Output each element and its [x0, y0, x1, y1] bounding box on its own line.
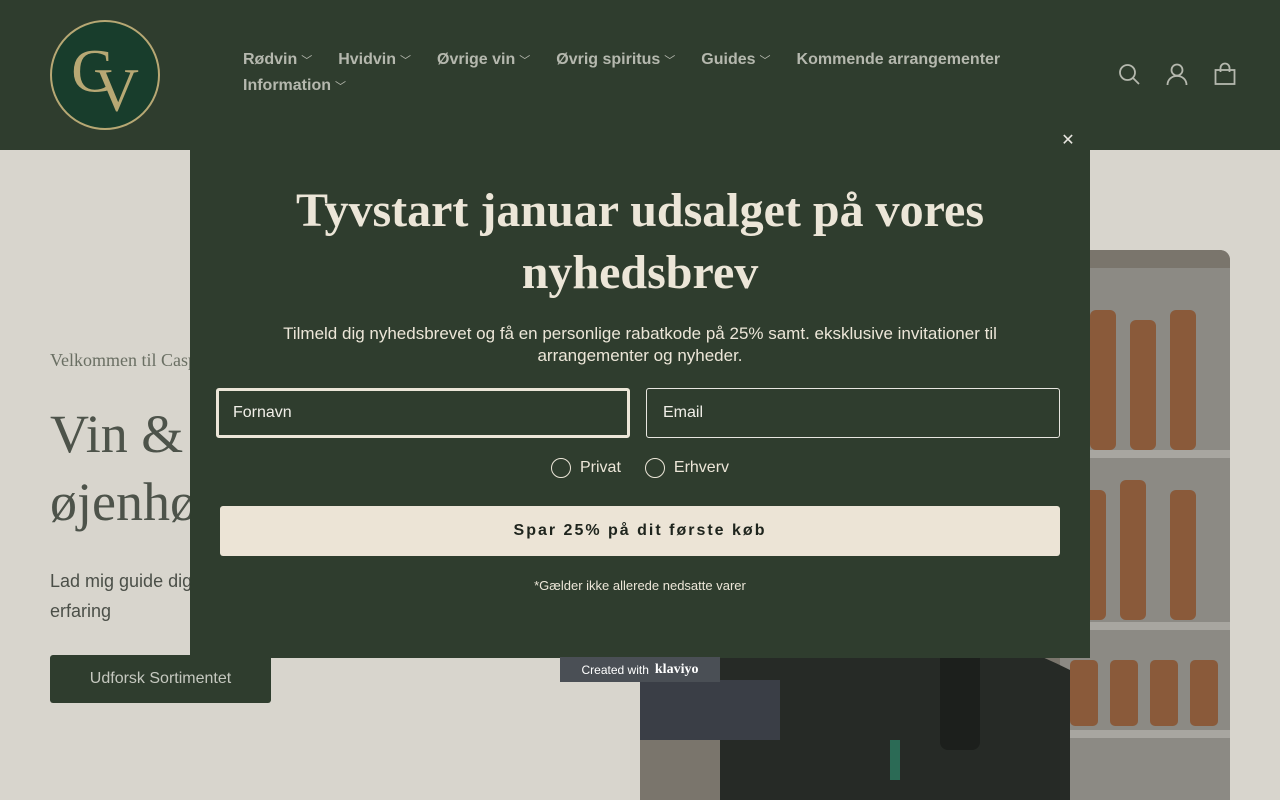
- logo-monogram-icon: C V: [71, 37, 139, 125]
- chevron-down-icon: ﹀: [759, 55, 771, 67]
- nav-item-rodvin[interactable]: Rødvin ﹀: [243, 50, 312, 70]
- modal-subtitle: Tilmeld dig nyhedsbrevet og få en person…: [283, 324, 997, 365]
- klaviyo-logo: klaviyo: [654, 661, 699, 677]
- newsletter-modal: ✕ Tyvstart januar udsalget på vores nyhe…: [190, 118, 1090, 658]
- radio-private[interactable]: Privat: [550, 458, 621, 478]
- account-icon[interactable]: [1166, 62, 1188, 86]
- chevron-down-icon: ﹀: [664, 55, 676, 67]
- header-actions: [1118, 62, 1236, 86]
- chevron-down-icon: ﹀: [301, 55, 313, 67]
- close-icon[interactable]: ✕: [1058, 130, 1078, 150]
- email-field[interactable]: [646, 388, 1060, 438]
- radio-business[interactable]: Erhverv: [644, 458, 729, 478]
- first-name-field[interactable]: [216, 388, 630, 438]
- nav-item-ovrig-spiritus[interactable]: Øvrig spiritus ﹀: [556, 50, 675, 70]
- nav-item-guides[interactable]: Guides ﹀: [701, 50, 770, 70]
- subscribe-button[interactable]: Spar 25% på dit første køb: [220, 506, 1060, 556]
- chevron-down-icon: ﹀: [519, 55, 531, 67]
- klaviyo-badge[interactable]: Created with klaviyo: [560, 657, 720, 682]
- radio-circle-icon[interactable]: [644, 458, 665, 478]
- main-nav: Rødvin ﹀ Hvidvin ﹀ Øvrige vin ﹀ Øvrig spiri…: [243, 50, 1063, 96]
- explore-assortment-button[interactable]: Udforsk Sortimentet: [50, 655, 271, 703]
- hero-title: Vin & øjenhø: [50, 404, 197, 532]
- fine-print: *Gælder ikke allerede nedsatte varer: [534, 578, 746, 593]
- radio-circle-icon[interactable]: [550, 458, 571, 478]
- search-icon[interactable]: [1118, 62, 1140, 86]
- brand-logo[interactable]: C V: [50, 20, 160, 130]
- chevron-down-icon: ﹀: [400, 55, 412, 67]
- nav-item-hvidvin[interactable]: Hvidvin ﹀: [338, 50, 411, 70]
- customer-type-radio-group: Privat Erhverv: [190, 458, 1090, 478]
- hero-kicker: Velkommen til Casp: [50, 350, 197, 370]
- modal-title: Tyvstart januar udsalget på vores nyheds…: [295, 184, 985, 299]
- nav-item-kommende-arrangementer[interactable]: Kommende arrangementer: [797, 50, 1001, 70]
- chevron-down-icon: ﹀: [335, 81, 346, 93]
- cart-icon[interactable]: [1214, 62, 1236, 86]
- hero-text: Lad mig guide dig erfaring: [50, 571, 193, 621]
- nav-item-information[interactable]: Information ﹀: [243, 76, 346, 96]
- svg-text:V: V: [94, 57, 139, 125]
- nav-item-ovrige-vin[interactable]: Øvrige vin ﹀: [437, 50, 530, 70]
